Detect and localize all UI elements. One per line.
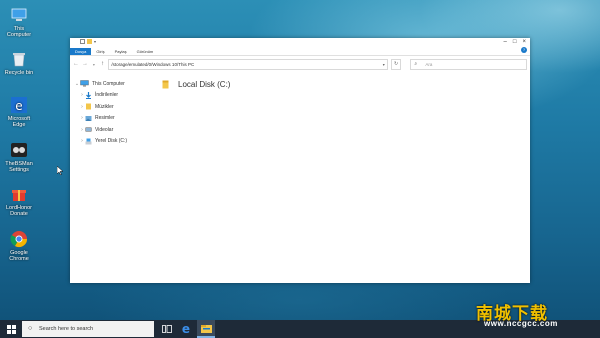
properties-icon[interactable] — [80, 39, 85, 44]
edge-icon: e — [181, 322, 191, 336]
desktop-icon-thebsman-settings[interactable]: TheBSMan Settings — [2, 141, 36, 173]
gift-icon — [10, 185, 28, 203]
up-arrow-icon[interactable]: ↑ — [100, 61, 106, 67]
nav-item-local-disk[interactable]: › Yerel Disk (C:) — [70, 136, 155, 148]
refresh-icon: ↻ — [393, 60, 399, 67]
forward-arrow-icon[interactable]: → — [82, 61, 88, 67]
folder-icon — [162, 80, 169, 89]
taskbar-search-box[interactable]: ○ Search here to search — [22, 321, 154, 337]
downloads-icon — [85, 91, 92, 99]
task-view-icon — [162, 325, 172, 333]
taskbar-edge-button[interactable]: e — [177, 320, 195, 338]
videos-icon — [85, 126, 92, 133]
address-row: ← → ▾ ↑ /storage/emulated/0/Windows 10/T… — [70, 56, 530, 72]
desktop-icon-edge[interactable]: e Microsoft Edge — [2, 96, 36, 128]
nav-item-pictures[interactable]: › Resimler — [70, 113, 155, 125]
refresh-button[interactable]: ↻ — [390, 58, 402, 70]
chrome-icon — [10, 230, 28, 248]
mouse-cursor-icon — [57, 166, 63, 175]
settings-icon — [10, 141, 28, 159]
navigation-pane: ⌄ This Computer › İndirilenler › Müzikle… — [70, 78, 155, 283]
desktop-icon-label: TheBSMan Settings — [5, 161, 33, 173]
svg-text:e: e — [15, 99, 22, 113]
recycle-bin-icon — [10, 50, 28, 68]
desktop-icon-chrome[interactable]: Google Chrome — [2, 230, 36, 262]
desktop-icon-this-computer[interactable]: This Computer — [2, 6, 36, 38]
windows-logo-icon — [6, 324, 16, 334]
nav-item-label: Resimler — [95, 115, 115, 122]
computer-icon — [10, 6, 28, 24]
address-dropdown-icon[interactable]: ▾ — [383, 60, 385, 69]
nav-item-this-computer[interactable]: ⌄ This Computer — [70, 78, 155, 90]
nav-item-label: This Computer — [92, 80, 125, 87]
desktop-icon-recycle-bin[interactable]: Recycle bin — [2, 50, 36, 76]
music-folder-icon — [85, 103, 92, 110]
desktop-icon-lordhonor-donate[interactable]: LordHonor Donate — [2, 185, 36, 217]
maximize-button[interactable]: □ — [513, 38, 517, 46]
ribbon-tabs: Dosya Giriş Paylaş Görünüm ? — [70, 47, 530, 56]
content-pane: Local Disk (C:) — [158, 78, 530, 283]
back-arrow-icon[interactable]: ← — [73, 61, 79, 67]
desktop-icon-label: Microsoft Edge — [7, 116, 31, 128]
desktop-icon-label: Google Chrome — [9, 250, 29, 262]
drive-label: Local Disk (C:) — [178, 80, 231, 89]
desktop-icon-label: This Computer — [6, 26, 32, 38]
window-controls: – □ × — [504, 38, 526, 46]
local-disk-item[interactable]: Local Disk (C:) — [162, 80, 230, 89]
nav-item-label: Videolar — [95, 126, 114, 133]
edge-icon: e — [10, 96, 28, 114]
search-placeholder: Ara — [425, 61, 433, 67]
search-icon: ⌕ — [414, 60, 418, 67]
nav-item-label: İndirilenler — [95, 92, 119, 99]
drive-icon — [85, 138, 92, 145]
desktop-icon-label: LordHonor Donate — [6, 205, 32, 217]
tab-home[interactable]: Giriş — [91, 48, 109, 55]
address-path: /storage/emulated/0/Windows 10/This PC — [111, 61, 195, 67]
nav-item-label: Yerel Disk (C:) — [95, 138, 128, 145]
quick-access-toolbar: ▾ — [80, 39, 96, 44]
title-bar: ▾ – □ × — [70, 38, 530, 47]
file-explorer-window: ▾ – □ × Dosya Giriş Paylaş Görünüm ? ← →… — [70, 38, 530, 283]
computer-icon — [80, 80, 89, 87]
nav-item-downloads[interactable]: › İndirilenler — [70, 90, 155, 102]
explorer-body: ⌄ This Computer › İndirilenler › Müzikle… — [70, 78, 530, 283]
help-button[interactable]: ? — [521, 47, 527, 53]
nav-item-music[interactable]: › Müzikler — [70, 101, 155, 113]
search-input[interactable]: ⌕ Ara — [410, 58, 527, 70]
folder-icon[interactable] — [87, 39, 92, 44]
nav-item-videos[interactable]: › Videolar — [70, 124, 155, 136]
task-view-button[interactable] — [158, 320, 176, 338]
taskbar-search-placeholder: Search here to search — [39, 326, 94, 332]
tab-share[interactable]: Paylaş — [110, 48, 132, 55]
taskbar-file-explorer-button[interactable] — [197, 320, 215, 338]
minimize-button[interactable]: – — [504, 38, 507, 46]
tab-view[interactable]: Görünüm — [132, 48, 159, 55]
quick-access-dropdown[interactable]: ▾ — [94, 39, 96, 44]
search-icon: ○ — [28, 325, 33, 332]
start-button[interactable] — [0, 320, 22, 338]
nav-item-label: Müzikler — [95, 103, 114, 110]
pictures-icon — [85, 115, 92, 122]
desktop-icon-label: Recycle bin — [4, 70, 34, 76]
watermark-url: www.nccgcc.com — [484, 319, 558, 328]
tab-file[interactable]: Dosya — [70, 48, 92, 55]
file-explorer-icon — [200, 324, 212, 333]
close-button[interactable]: × — [522, 38, 526, 46]
address-bar[interactable]: /storage/emulated/0/Windows 10/This PC ▾ — [108, 58, 388, 70]
recent-dropdown-icon[interactable]: ▾ — [91, 62, 97, 67]
